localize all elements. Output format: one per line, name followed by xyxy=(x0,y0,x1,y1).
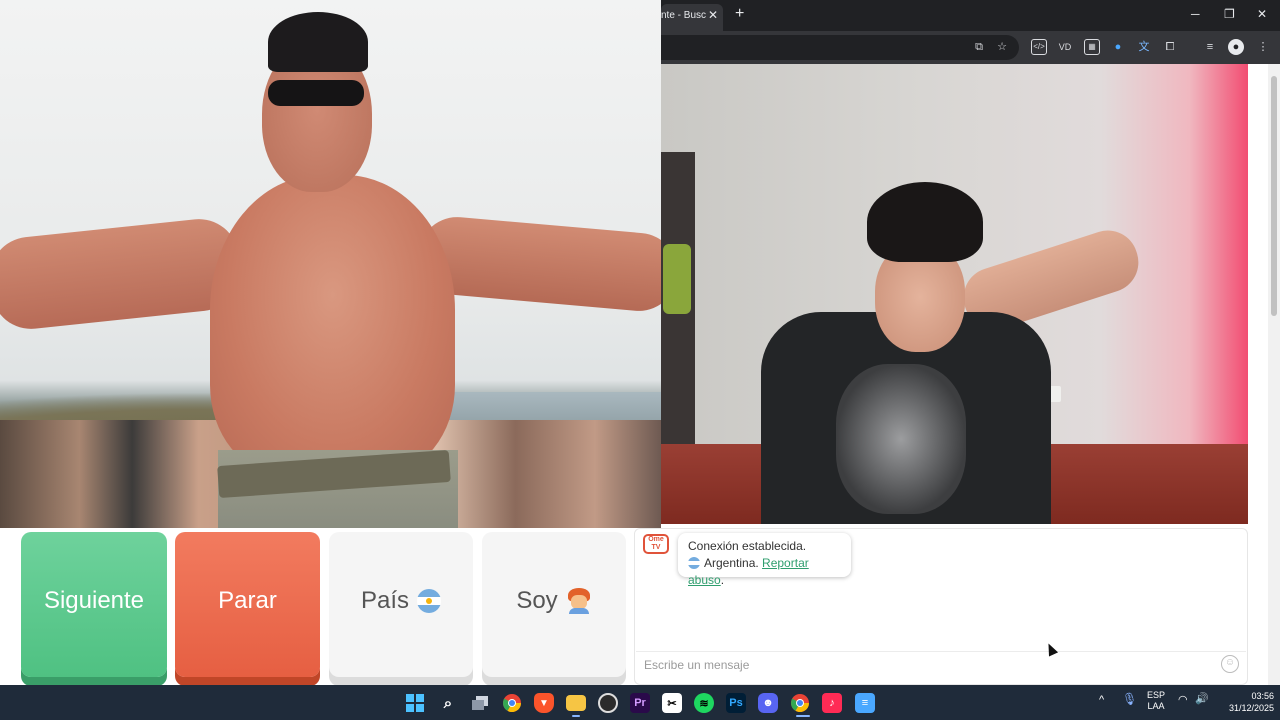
photoshop-icon[interactable]: Ps xyxy=(726,693,746,713)
dev-ext-icon[interactable]: </> xyxy=(1031,39,1047,55)
volume-icon[interactable]: 🔊 xyxy=(1195,694,1209,705)
vd-ext-icon[interactable]: VD xyxy=(1057,39,1073,55)
discord-icon[interactable]: ☻ xyxy=(758,693,778,713)
capcut-icon[interactable]: ✂ xyxy=(662,693,682,713)
chrome-active-icon[interactable] xyxy=(790,693,810,713)
file-explorer-active-indicator xyxy=(572,715,580,717)
file-explorer-icon[interactable] xyxy=(566,695,586,711)
minimize-button[interactable]: ─ xyxy=(1191,6,1200,22)
stranger-country-line: Argentina. Reportar abuso. xyxy=(688,555,841,589)
gender-button[interactable]: Soy xyxy=(482,532,626,677)
profile-icon[interactable]: ● xyxy=(1228,39,1244,55)
connection-status: Conexión establecida. xyxy=(688,539,807,553)
stop-button-label: Parar xyxy=(218,586,277,614)
grid-ext-icon[interactable]: ▦ xyxy=(1084,39,1100,55)
sunglasses xyxy=(268,80,364,106)
browser-tabstrip: nte - Busc ✕ + ─ ❐ ✕ xyxy=(661,0,1280,31)
wifi-icon[interactable]: ◠ xyxy=(1178,695,1188,706)
blue-ext-icon[interactable]: ● xyxy=(1110,39,1126,55)
my-webcam xyxy=(661,64,1248,524)
stranger-video xyxy=(0,0,661,528)
page-scrollbar[interactable] xyxy=(1268,64,1280,685)
spotify-icon[interactable]: ≋ xyxy=(694,693,714,713)
left-arm xyxy=(0,215,245,333)
star-icon[interactable]: ☆ xyxy=(994,39,1010,55)
clock[interactable]: 03:56 31/12/2025 xyxy=(1212,690,1274,714)
search-icon[interactable]: ⌕ xyxy=(438,693,458,713)
translate-ext-icon[interactable]: 文 xyxy=(1136,39,1152,55)
argentina-flag-icon xyxy=(688,557,700,569)
notepad-icon[interactable]: ≡ xyxy=(855,693,875,713)
obs-icon[interactable] xyxy=(598,693,618,713)
address-bar[interactable] xyxy=(661,35,1019,60)
gender-button-label: Soy xyxy=(516,586,558,614)
browser-toolbar: ⧉ ☆ </> VD ▦ ● 文 ⧠ ≡ ● ⋮ xyxy=(661,31,1280,64)
tab-close-icon[interactable]: ✕ xyxy=(708,4,718,26)
close-button[interactable]: ✕ xyxy=(1257,6,1267,22)
tiktok-icon[interactable]: ♪ xyxy=(822,693,842,713)
shirt-print xyxy=(836,364,966,514)
new-tab-button[interactable]: + xyxy=(735,4,744,24)
stop-button[interactable]: Parar xyxy=(175,532,320,677)
puzzle-icon[interactable]: ⧠ xyxy=(1162,39,1178,55)
task-view-icon[interactable] xyxy=(470,693,490,713)
stranger-country: Argentina. xyxy=(704,556,759,570)
hair xyxy=(268,12,368,72)
boy-emoji-icon xyxy=(566,588,592,615)
screen: nte - Busc ✕ + ─ ❐ ✕ ⧉ ☆ </> VD ▦ ● 文 ⧠ … xyxy=(0,0,1280,720)
microphone-icon[interactable]: 🎙 xyxy=(1122,693,1137,705)
torso xyxy=(210,175,455,475)
install-icon[interactable]: ⧉ xyxy=(971,39,987,55)
language-bottom: LAA xyxy=(1147,701,1165,711)
emoji-icon[interactable]: ☺ xyxy=(1221,655,1239,673)
country-button[interactable]: País xyxy=(329,532,473,677)
windows-start-icon[interactable] xyxy=(405,693,425,713)
argentina-flag-icon xyxy=(417,589,442,614)
language-top: ESP xyxy=(1146,690,1165,700)
chrome-icon[interactable] xyxy=(502,693,522,713)
chrome-active-indicator xyxy=(796,715,810,717)
green-object xyxy=(663,244,691,314)
menu-icon[interactable]: ⋮ xyxy=(1255,39,1271,55)
next-button-label: Siguiente xyxy=(43,586,145,614)
next-button[interactable]: Siguiente xyxy=(21,532,167,677)
message-input[interactable] xyxy=(636,651,1246,678)
brave-icon[interactable]: ▼ xyxy=(534,693,554,713)
clock-date: 31/12/2025 xyxy=(1228,703,1274,713)
report-suffix: . xyxy=(720,573,725,587)
tab-title: nte - Busc xyxy=(661,10,707,21)
premiere-icon[interactable]: Pr xyxy=(630,693,650,713)
maximize-button[interactable]: ❐ xyxy=(1224,6,1235,22)
tray-chevron-icon[interactable]: ^ xyxy=(1099,695,1104,706)
system-message: Conexión establecida. Argentina. Reporta… xyxy=(678,533,851,587)
language-indicator[interactable]: ESP LAA xyxy=(1144,690,1168,712)
queue-icon[interactable]: ≡ xyxy=(1202,39,1218,55)
scrollbar-thumb[interactable] xyxy=(1271,76,1277,316)
browser-tab[interactable]: nte - Busc ✕ xyxy=(661,4,723,31)
clock-time: 03:56 xyxy=(1251,691,1274,701)
curly-hair xyxy=(867,182,983,262)
ometv-logo-icon: Ome TV xyxy=(643,534,669,554)
country-button-label: País xyxy=(360,586,410,614)
